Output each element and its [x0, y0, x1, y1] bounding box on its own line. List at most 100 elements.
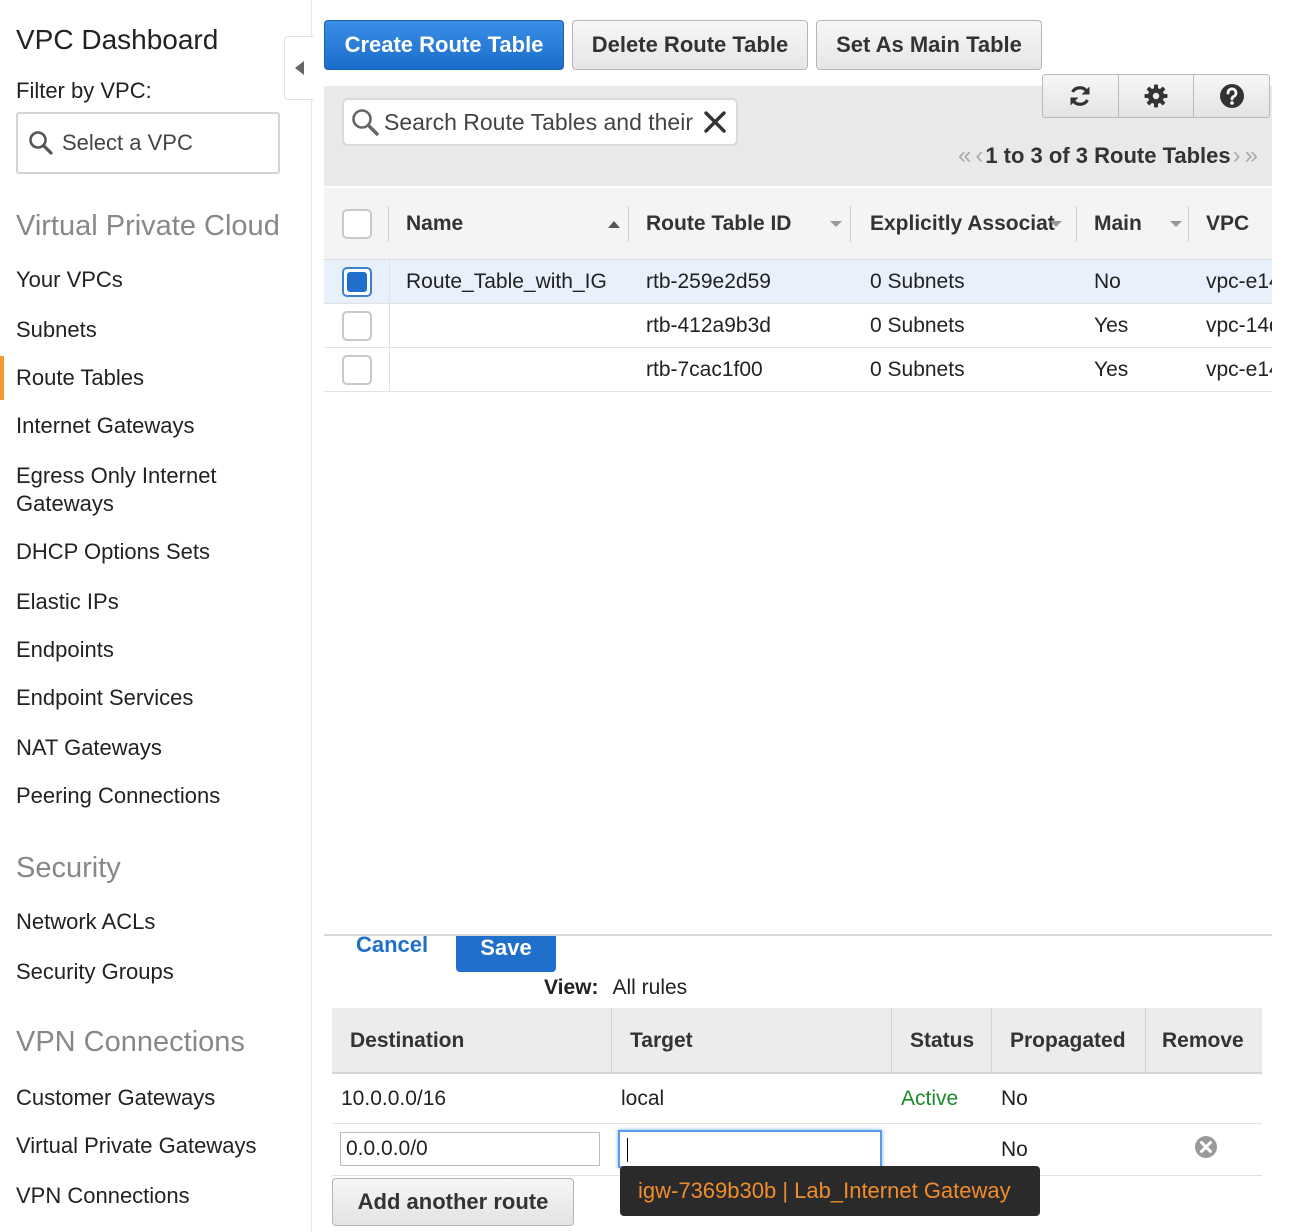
column-header-destination: Destination — [332, 1008, 612, 1074]
row-checkbox[interactable] — [341, 267, 372, 297]
target-input[interactable] — [618, 1130, 882, 1168]
column-divider — [1076, 206, 1077, 242]
add-another-route-button[interactable]: Add another route — [332, 1178, 574, 1226]
nav-route-tables[interactable]: Route Tables — [0, 356, 296, 400]
pagination: « ‹ 1 to 3 of 3 Route Tables › » — [924, 140, 1260, 172]
column-label-route-table-id: Route Table ID — [646, 212, 792, 235]
cell-name — [406, 304, 628, 348]
cell-explicitly-associated: 0 Subnets — [870, 358, 965, 381]
next-page-icon[interactable]: › — [1233, 142, 1241, 170]
last-page-icon[interactable]: » — [1245, 142, 1258, 170]
save-label: Save — [480, 936, 532, 960]
column-header-status: Status — [892, 1008, 992, 1074]
route-tables-search-input[interactable]: Search Route Tables and their — [342, 98, 738, 146]
search-icon — [29, 131, 53, 155]
section-virtual-private-cloud: Virtual Private Cloud — [16, 210, 280, 242]
column-header-main[interactable]: Main — [1094, 188, 1186, 260]
cell-explicitly-associated: 0 Subnets — [870, 270, 965, 293]
cell-vpc: vpc-e14 — [1206, 358, 1272, 381]
column-header-remove: Remove — [1162, 1029, 1244, 1052]
column-divider — [1188, 206, 1189, 242]
refresh-button[interactable] — [1043, 75, 1119, 117]
column-divider — [850, 206, 851, 242]
nav-endpoint-services[interactable]: Endpoint Services — [16, 684, 296, 712]
search-placeholder: Search Route Tables and their — [384, 108, 693, 135]
column-label-name: Name — [406, 212, 464, 235]
nav-endpoints[interactable]: Endpoints — [16, 636, 296, 664]
text-caret — [627, 1138, 628, 1162]
first-page-icon[interactable]: « — [958, 142, 971, 170]
delete-route-table-button[interactable]: Delete Route Table — [572, 20, 808, 70]
column-divider — [388, 206, 389, 242]
cell-main: Yes — [1094, 314, 1129, 337]
column-label-vpc: VPC — [1206, 212, 1250, 235]
vpc-filter-select[interactable]: Select a VPC — [16, 112, 280, 174]
nav-nat-gateways[interactable]: NAT Gateways — [16, 734, 296, 762]
dashboard-title[interactable]: VPC Dashboard — [16, 24, 218, 56]
table-row[interactable]: rtb-7cac1f00 0 Subnets Yes vpc-e14 — [324, 348, 1272, 392]
nav-network-acls[interactable]: Network ACLs — [16, 908, 296, 936]
filter-label: Filter by VPC: — [16, 78, 152, 103]
destination-input[interactable]: 0.0.0.0/0 — [340, 1132, 600, 1166]
save-button[interactable]: Save — [456, 936, 556, 972]
nav-peering-connections[interactable]: Peering Connections — [16, 782, 296, 810]
sidebar: VPC Dashboard Filter by VPC: Select a VP… — [0, 0, 312, 1232]
prev-page-icon[interactable]: ‹ — [975, 142, 983, 170]
settings-button[interactable] — [1119, 75, 1195, 117]
column-header-propagated: Propagated — [992, 1008, 1146, 1074]
cell-route-table-id: rtb-259e2d59 — [646, 270, 771, 293]
sort-ascending-icon[interactable] — [608, 220, 620, 228]
nav-internet-gateways[interactable]: Internet Gateways — [16, 412, 296, 440]
view-value[interactable]: All rules — [612, 976, 687, 999]
nav-security-groups[interactable]: Security Groups — [16, 958, 296, 986]
refresh-icon — [1070, 86, 1090, 106]
cell-explicitly-associated: 0 Subnets — [870, 314, 965, 337]
select-all-checkbox[interactable] — [342, 209, 372, 239]
cell-main: No — [1094, 270, 1121, 293]
nav-elastic-ips[interactable]: Elastic IPs — [16, 588, 296, 616]
create-route-table-button[interactable]: Create Route Table — [324, 20, 564, 70]
section-vpn-connections: VPN Connections — [16, 1026, 245, 1058]
row-checkbox[interactable] — [341, 311, 372, 341]
table-row[interactable]: Route_Table_with_IG rtb-259e2d59 0 Subne… — [324, 260, 1272, 304]
nav-subnets[interactable]: Subnets — [16, 316, 296, 344]
nav-your-vpcs[interactable]: Your VPCs — [16, 266, 296, 294]
nav-egress-only-internet-gateways[interactable]: Egress Only Internet Gateways — [16, 462, 246, 518]
cell-target: local — [621, 1087, 665, 1110]
column-header-route-table-id[interactable]: Route Table ID — [646, 188, 850, 260]
nav-vpn-connections[interactable]: VPN Connections — [16, 1182, 296, 1210]
column-divider — [628, 206, 629, 242]
set-as-main-table-button[interactable]: Set As Main Table — [816, 20, 1042, 70]
table-row[interactable]: rtb-412a9b3d 0 Subnets Yes vpc-14d — [324, 304, 1272, 348]
nav-virtual-private-gateways[interactable]: Virtual Private Gateways — [16, 1132, 296, 1160]
nav-customer-gateways[interactable]: Customer Gateways — [16, 1084, 296, 1112]
sort-toggle-icon[interactable] — [1050, 221, 1062, 227]
column-label-explicitly-associated: Explicitly Associat — [870, 212, 1055, 235]
help-button[interactable] — [1194, 75, 1269, 117]
section-security: Security — [16, 852, 121, 884]
row-checkbox-cell — [324, 260, 390, 304]
cell-route-table-id: rtb-7cac1f00 — [646, 358, 763, 381]
column-header-vpc[interactable]: VPC — [1206, 188, 1249, 260]
gear-icon — [1144, 84, 1168, 108]
cell-destination: 10.0.0.0/16 — [341, 1087, 447, 1110]
cancel-link[interactable]: Cancel — [356, 936, 428, 960]
target-suggestion-item[interactable]: igw-7369b30b | Lab_Internet Gateway — [620, 1166, 1040, 1216]
cell-status: Active — [901, 1087, 959, 1110]
column-header-explicitly-associated[interactable]: Explicitly Associat — [870, 188, 1068, 260]
row-checkbox[interactable] — [341, 355, 372, 385]
sort-toggle-icon[interactable] — [830, 221, 842, 227]
remove-route-icon[interactable] — [1194, 1135, 1218, 1159]
clear-search-icon[interactable] — [702, 109, 728, 135]
sort-toggle-icon[interactable] — [1170, 221, 1182, 227]
route-row: 10.0.0.0/16 local Active No — [332, 1074, 1262, 1124]
help-icon — [1219, 84, 1244, 108]
column-header-target: Target — [612, 1008, 892, 1074]
pagination-text: 1 to 3 of 3 Route Tables — [985, 143, 1231, 168]
cell-route-table-id: rtb-412a9b3d — [646, 314, 771, 337]
row-checkbox-cell — [324, 348, 390, 392]
select-all-checkbox-cell — [342, 188, 372, 260]
sidebar-collapse-toggle[interactable] — [284, 36, 314, 100]
nav-dhcp-options-sets[interactable]: DHCP Options Sets — [16, 538, 296, 566]
column-header-name[interactable]: Name — [406, 188, 628, 260]
